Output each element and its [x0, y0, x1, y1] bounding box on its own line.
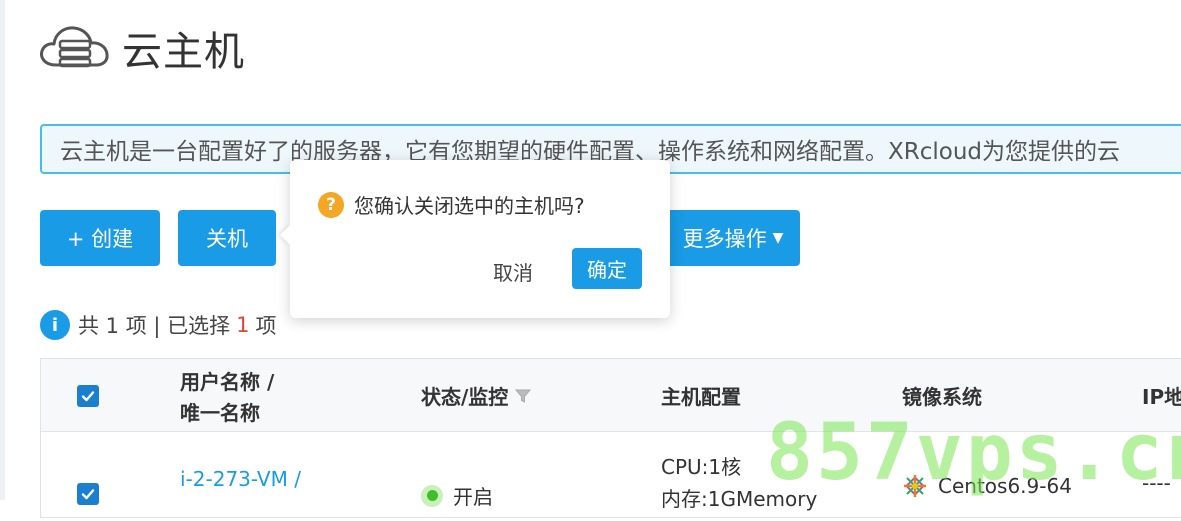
poweroff-button-label: 关机: [206, 227, 248, 251]
info-icon: i: [40, 310, 70, 340]
watermark: 857vps.cn: [766, 408, 1181, 498]
status-on-icon: [421, 484, 443, 507]
column-header-status-label: 状态/监控: [421, 385, 509, 409]
vm-name-link[interactable]: i-2-273-VM /: [180, 467, 301, 491]
confirm-button-label: 确定: [587, 258, 627, 282]
filter-icon[interactable]: [514, 387, 532, 405]
page-header: 云主机: [38, 18, 245, 78]
cloud-server-icon: [40, 26, 109, 68]
poweroff-button[interactable]: 关机: [178, 210, 276, 266]
page-title: 云主机: [122, 29, 245, 75]
row-checkbox[interactable]: [77, 483, 99, 505]
cancel-button-label: 取消: [493, 260, 533, 285]
confirm-message: ? 您确认关闭选中的主机吗?: [318, 190, 585, 219]
question-icon: ?: [318, 191, 344, 218]
column-header-name-line1: 用户名称 /: [180, 370, 275, 394]
column-header-name: 用户名称 / 唯一名称: [180, 367, 274, 429]
column-header-image: 镜像系统: [902, 385, 982, 409]
confirm-message-text: 您确认关闭选中的主机吗?: [354, 194, 585, 218]
more-actions-label: 更多操作: [682, 227, 767, 251]
select-all-checkbox[interactable]: [77, 385, 99, 407]
selection-summary: i 共 1 项 | 已选择 1 项: [40, 309, 277, 341]
vm-status-label: 开启: [453, 485, 493, 509]
column-header-status: 状态/监控: [421, 381, 532, 410]
left-rail: [0, 0, 5, 500]
summary-suffix: 项: [255, 314, 277, 338]
summary-prefix: 共 1 项 | 已选择: [78, 314, 231, 338]
create-button-label: + 创建: [66, 227, 134, 251]
popover-arrow: [280, 225, 300, 245]
poweroff-confirm-popover: ? 您确认关闭选中的主机吗? 取消 确定: [280, 160, 670, 318]
cancel-button[interactable]: 取消: [480, 252, 546, 290]
vm-cpu: CPU:1核: [661, 455, 742, 479]
more-actions-button[interactable]: 更多操作 ▼: [650, 210, 800, 266]
column-header-name-line2: 唯一名称: [180, 401, 260, 425]
column-header-config: 主机配置: [661, 385, 741, 409]
create-button[interactable]: + 创建: [40, 210, 160, 266]
selected-count: 1: [236, 313, 250, 337]
column-header-ip: IP地: [1142, 385, 1181, 409]
vm-status: 开启: [421, 481, 493, 510]
confirm-button[interactable]: 确定: [572, 248, 642, 289]
check-icon: [81, 391, 95, 402]
caret-down-icon: ▼: [772, 230, 784, 246]
